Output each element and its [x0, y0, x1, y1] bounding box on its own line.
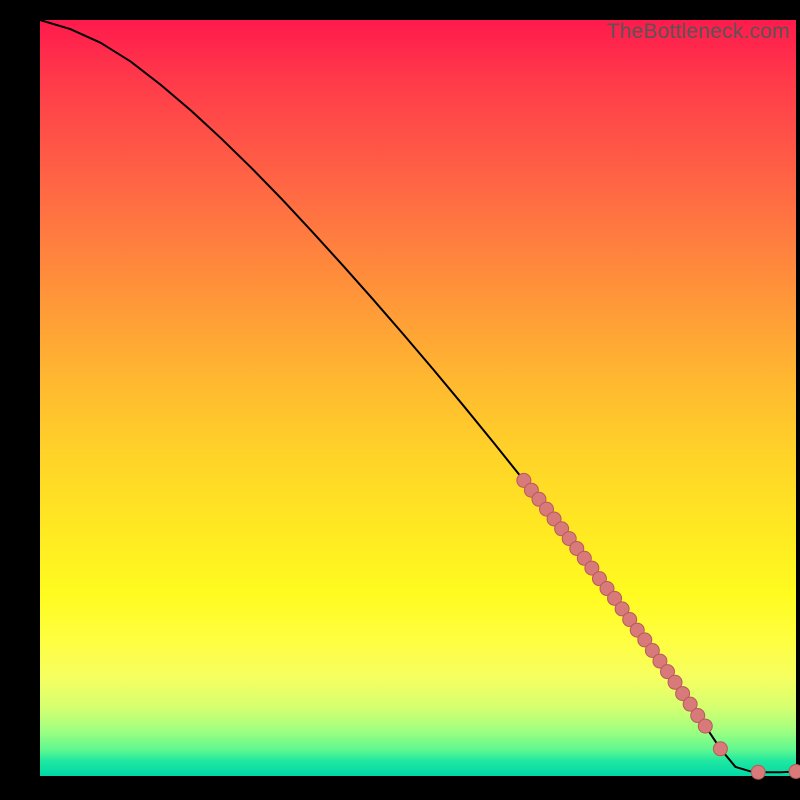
data-point — [698, 719, 712, 733]
data-point — [713, 742, 727, 756]
scatter-dots — [517, 473, 800, 779]
chart-svg — [40, 20, 796, 776]
chart-root: TheBottleneck.com — [0, 0, 800, 800]
plot-area: TheBottleneck.com — [40, 20, 796, 776]
curve-line — [40, 20, 796, 772]
data-point — [751, 765, 765, 779]
data-point — [789, 764, 800, 778]
